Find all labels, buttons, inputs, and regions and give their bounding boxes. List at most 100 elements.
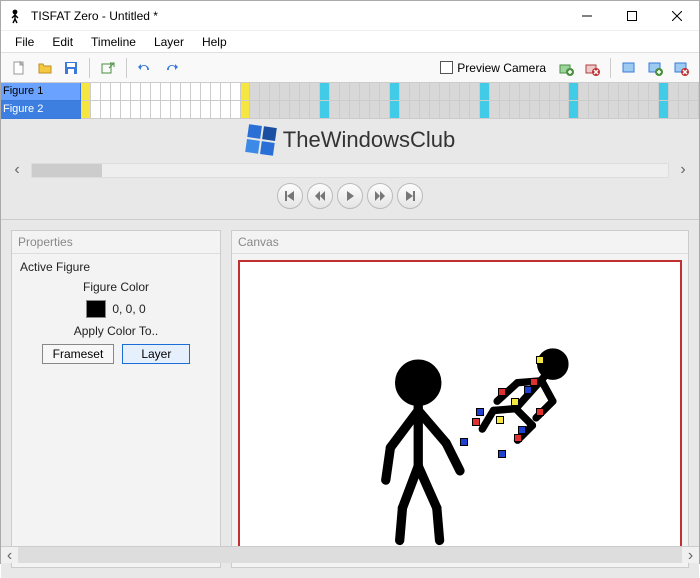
- frameset-add-green-button[interactable]: [643, 56, 667, 80]
- timeline-cell[interactable]: [490, 83, 500, 101]
- timeline-cell[interactable]: [101, 101, 111, 119]
- figure-label-2[interactable]: Figure 2: [1, 101, 81, 119]
- timeline-cell[interactable]: [231, 83, 241, 101]
- preview-camera-toggle[interactable]: Preview Camera: [440, 61, 546, 75]
- scroll-left-icon[interactable]: ‹: [9, 162, 25, 178]
- timeline-cell[interactable]: [560, 101, 570, 119]
- stick-figure-1[interactable]: [386, 364, 460, 540]
- scroll-track[interactable]: [18, 547, 682, 563]
- edit-node[interactable]: [460, 438, 468, 446]
- timeline-cell[interactable]: [310, 83, 320, 101]
- timeline-cell[interactable]: [450, 101, 460, 119]
- timeline-cell[interactable]: [520, 101, 530, 119]
- timeline-cell[interactable]: [121, 83, 131, 101]
- timeline-scrollbar[interactable]: ‹ ›: [1, 161, 699, 179]
- timeline-cell[interactable]: [669, 83, 679, 101]
- timeline-cell[interactable]: [500, 83, 510, 101]
- scroll-thumb[interactable]: [18, 547, 682, 563]
- timeline-cell[interactable]: [330, 101, 340, 119]
- menu-file[interactable]: File: [7, 33, 42, 51]
- timeline-cell[interactable]: [131, 101, 141, 119]
- timeline-cell[interactable]: [131, 83, 141, 101]
- timeline-cell[interactable]: [111, 101, 121, 119]
- timeline-cell[interactable]: [450, 83, 460, 101]
- timeline-cell[interactable]: [161, 101, 171, 119]
- timeline-cell[interactable]: [310, 101, 320, 119]
- timeline-cell[interactable]: [370, 83, 380, 101]
- timeline-cell[interactable]: [490, 101, 500, 119]
- timeline-cell[interactable]: [569, 83, 579, 101]
- timeline-cell[interactable]: [579, 101, 589, 119]
- timeline-cell[interactable]: [211, 83, 221, 101]
- window-horizontal-scrollbar[interactable]: ‹ ›: [1, 546, 699, 563]
- timeline-cell[interactable]: [410, 101, 420, 119]
- timeline-cell[interactable]: [649, 83, 659, 101]
- timeline-cell[interactable]: [510, 101, 520, 119]
- timeline-cell[interactable]: [689, 101, 699, 119]
- timeline-cells[interactable]: [81, 83, 699, 119]
- frameset-add-button[interactable]: [617, 56, 641, 80]
- timeline-cell[interactable]: [181, 101, 191, 119]
- timeline-cell[interactable]: [530, 83, 540, 101]
- timeline-cell[interactable]: [619, 101, 629, 119]
- frameset-remove-button[interactable]: [669, 56, 693, 80]
- timeline-cell[interactable]: [111, 83, 121, 101]
- timeline-cell[interactable]: [599, 101, 609, 119]
- timeline-cell[interactable]: [410, 83, 420, 101]
- timeline-cell[interactable]: [480, 101, 490, 119]
- timeline-cell[interactable]: [141, 83, 151, 101]
- play-button[interactable]: [337, 183, 363, 209]
- timeline-cell[interactable]: [440, 83, 450, 101]
- timeline-cell[interactable]: [689, 83, 699, 101]
- timeline-cell[interactable]: [250, 101, 260, 119]
- timeline-cell[interactable]: [221, 83, 231, 101]
- timeline-cell[interactable]: [669, 101, 679, 119]
- timeline-cell[interactable]: [430, 83, 440, 101]
- frameset-button[interactable]: Frameset: [42, 344, 115, 364]
- timeline-cell[interactable]: [151, 83, 161, 101]
- menu-timeline[interactable]: Timeline: [83, 33, 144, 51]
- timeline-cell[interactable]: [649, 101, 659, 119]
- edit-node[interactable]: [530, 378, 538, 386]
- skip-end-button[interactable]: [397, 183, 423, 209]
- window-minimize-button[interactable]: [564, 1, 609, 31]
- timeline-cell[interactable]: [629, 83, 639, 101]
- timeline-cell[interactable]: [360, 101, 370, 119]
- timeline-cell[interactable]: [430, 101, 440, 119]
- open-file-button[interactable]: [33, 56, 57, 80]
- window-maximize-button[interactable]: [609, 1, 654, 31]
- timeline-cell[interactable]: [260, 83, 270, 101]
- timeline-cell[interactable]: [440, 101, 450, 119]
- timeline-cell[interactable]: [420, 83, 430, 101]
- timeline-cell[interactable]: [530, 101, 540, 119]
- timeline-cell[interactable]: [151, 101, 161, 119]
- edit-node[interactable]: [472, 418, 480, 426]
- timeline-cell[interactable]: [81, 83, 91, 101]
- edit-node[interactable]: [511, 398, 519, 406]
- timeline-cell[interactable]: [380, 101, 390, 119]
- figure-label-1[interactable]: Figure 1: [1, 83, 81, 101]
- undo-button[interactable]: [133, 56, 157, 80]
- timeline-cell[interactable]: [91, 83, 101, 101]
- timeline-cell[interactable]: [520, 83, 530, 101]
- timeline-cell[interactable]: [171, 83, 181, 101]
- menu-edit[interactable]: Edit: [44, 33, 81, 51]
- timeline-cell[interactable]: [300, 83, 310, 101]
- timeline-cell[interactable]: [290, 83, 300, 101]
- edit-node[interactable]: [536, 408, 544, 416]
- edit-node[interactable]: [498, 388, 506, 396]
- timeline-cell[interactable]: [550, 83, 560, 101]
- canvas[interactable]: [238, 260, 682, 561]
- timeline-cell[interactable]: [659, 101, 669, 119]
- timeline-cell[interactable]: [569, 101, 579, 119]
- timeline-cell[interactable]: [121, 101, 131, 119]
- timeline-cell[interactable]: [540, 83, 550, 101]
- save-file-button[interactable]: [59, 56, 83, 80]
- timeline-cell[interactable]: [390, 101, 400, 119]
- timeline-cell[interactable]: [231, 101, 241, 119]
- timeline-cell[interactable]: [579, 83, 589, 101]
- skip-start-button[interactable]: [277, 183, 303, 209]
- timeline-cell[interactable]: [181, 83, 191, 101]
- timeline-cell[interactable]: [599, 83, 609, 101]
- timeline-cell[interactable]: [470, 101, 480, 119]
